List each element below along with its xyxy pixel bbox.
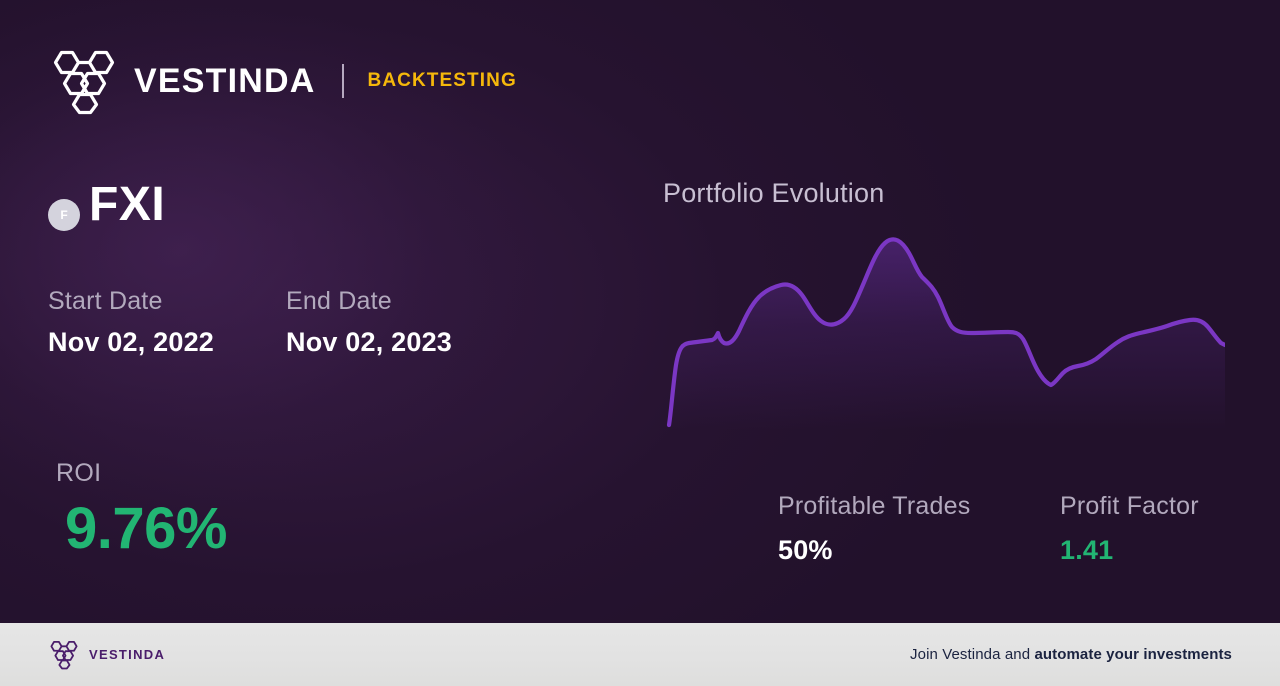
vestinda-logo-icon <box>50 640 78 670</box>
date-range: Start Date Nov 02, 2022 End Date Nov 02,… <box>48 286 524 360</box>
start-date-label: Start Date <box>48 287 163 315</box>
ticker-symbol: FXI <box>89 177 166 231</box>
footer-cta-prefix: Join Vestinda and <box>910 646 1035 663</box>
vestinda-logo-icon <box>53 50 115 115</box>
end-date-value: Nov 02, 2023 <box>286 327 453 357</box>
chart-svg <box>666 237 1225 430</box>
brand-name: VESTINDA <box>134 62 316 100</box>
footer: VESTINDA Join Vestinda and automate your… <box>0 623 1280 686</box>
backtesting-report-card: VESTINDA BACKTESTING F FXI Start Date No… <box>0 0 1280 686</box>
roi-label: ROI <box>56 459 102 487</box>
start-date-block: Start Date Nov 02, 2022 <box>48 286 286 360</box>
profit-factor-value: 1.41 <box>1060 534 1114 565</box>
right-stats: Profitable Trades 50% Profit Factor 1.41 <box>778 492 1199 566</box>
ticker-row: F FXI <box>48 178 165 231</box>
roi-value: 9.76% <box>65 495 227 561</box>
roi-block: ROI 9.76% <box>56 459 227 561</box>
end-date-block: End Date Nov 02, 2023 <box>286 286 524 360</box>
stat-profit-factor: Profit Factor 1.41 <box>1060 492 1199 566</box>
end-date-label: End Date <box>286 287 392 315</box>
profitable-trades-label: Profitable Trades <box>778 492 971 520</box>
footer-brand-name: VESTINDA <box>89 647 166 662</box>
header-divider <box>341 64 344 98</box>
stat-profitable-trades: Profitable Trades 50% <box>778 492 1060 566</box>
header-tag-backtesting: BACKTESTING <box>367 70 517 91</box>
chart-title: Portfolio Evolution <box>663 178 885 208</box>
header: VESTINDA BACKTESTING <box>48 46 517 116</box>
ticker-avatar: F <box>48 199 80 231</box>
footer-cta-strong: automate your investments <box>1034 646 1232 663</box>
profit-factor-label: Profit Factor <box>1060 492 1199 520</box>
start-date-value: Nov 02, 2022 <box>48 327 215 357</box>
footer-cta: Join Vestinda and automate your investme… <box>910 646 1232 663</box>
footer-brand: VESTINDA <box>48 639 165 670</box>
profitable-trades-value: 50% <box>778 534 833 565</box>
portfolio-evolution-chart <box>663 225 1225 430</box>
